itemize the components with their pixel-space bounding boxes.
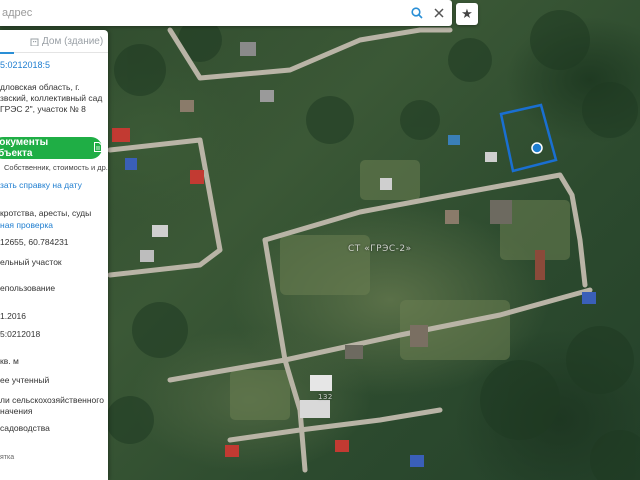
docs-subtitle: Собственник, стоимость и др. (4, 163, 108, 172)
permitted-use: садоводства (0, 423, 50, 433)
registration-date: 1.2016 (0, 311, 26, 321)
object-documents-button[interactable]: Документы объекта (0, 137, 102, 159)
address-line: дловская область, г. (0, 82, 80, 92)
address-line: звский, коллективный сад (0, 93, 103, 103)
checks-link[interactable]: ная проверка (0, 220, 53, 231)
map-label-house-number: 132 (318, 393, 333, 401)
tab-building-label: Дом (здание) (42, 35, 104, 47)
area-unit: кв. м (0, 356, 19, 366)
building-icon (30, 37, 39, 46)
land-category: ли сельскохозяйственного начения (0, 395, 104, 417)
coordinates: 12655, 60.784231 (0, 237, 69, 247)
land-category-line: начения (0, 406, 33, 416)
tab-building[interactable]: Дом (здание) (14, 30, 103, 52)
address: дловская область, г. звский, коллективны… (0, 82, 102, 115)
land-category-line: ли сельскохозяйственного (0, 395, 104, 405)
close-icon[interactable] (430, 4, 448, 22)
order-certificate-link[interactable]: зать справку на дату (0, 180, 82, 191)
search-bar (0, 0, 452, 26)
parcel-marker-icon (531, 142, 543, 154)
cadastral-quarter: 5:0212018 (0, 329, 41, 339)
object-status: ее учтенный (0, 375, 50, 385)
panel-footer-text: ятка (0, 454, 15, 461)
selected-parcel-outline (499, 103, 558, 173)
star-icon: ★ (461, 6, 473, 21)
object-type: ельный участок (0, 257, 62, 267)
docs-button-label: Документы объекта (0, 137, 49, 159)
checks-title: кротства, аресты, суды (0, 208, 92, 218)
document-icon (94, 141, 102, 155)
search-input[interactable] (0, 1, 408, 25)
address-line: ГРЭС 2", участок № 8 (0, 104, 86, 114)
tab-land-plot[interactable] (0, 30, 14, 54)
object-tabs: Дом (здание) (0, 30, 108, 54)
map-label-snt: СТ «ГРЭС-2» (348, 244, 412, 254)
object-info-panel: Дом (здание) 5:0212018:5 дловская област… (0, 30, 108, 480)
cadastral-number: 5:0212018:5 (0, 60, 51, 70)
search-icon[interactable] (408, 4, 426, 22)
land-use-type: епользование (0, 283, 56, 293)
favorite-button[interactable]: ★ (456, 3, 478, 25)
